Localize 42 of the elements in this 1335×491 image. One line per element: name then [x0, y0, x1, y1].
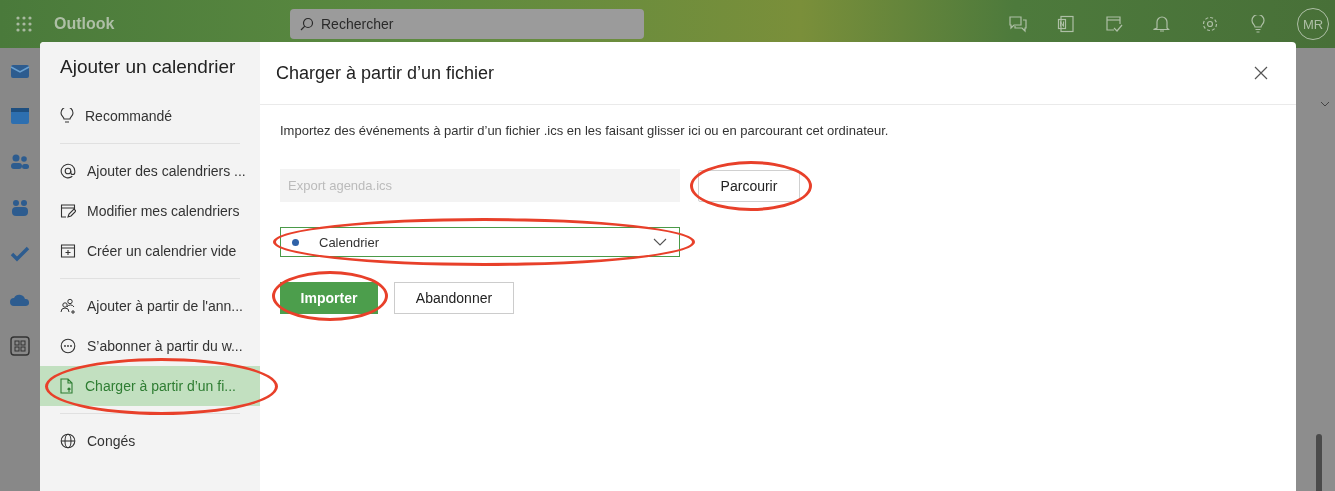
people-add-icon — [60, 298, 76, 314]
sidebar-item[interactable]: Modifier mes calendriers — [40, 191, 260, 231]
lightbulb-icon — [60, 108, 74, 124]
cancel-button[interactable]: Abandonner — [394, 282, 514, 314]
sidebar-item[interactable]: Recommandé — [40, 96, 260, 136]
add-calendar-icon — [60, 243, 76, 259]
people-icon[interactable] — [10, 152, 30, 172]
more-circle-icon — [60, 338, 76, 354]
at-sign-icon — [60, 163, 76, 179]
sidebar-item[interactable]: Congés — [40, 421, 260, 461]
file-name-field[interactable]: Export agenda.ics — [280, 169, 680, 202]
chevron-down-icon — [653, 238, 667, 246]
calendar-dropdown[interactable]: Calendrier — [280, 227, 680, 257]
settings-icon[interactable] — [1201, 15, 1219, 33]
sidebar-item[interactable]: Ajouter à partir de l'ann... — [40, 286, 260, 326]
panel-title: Charger à partir d’un fichier — [276, 62, 495, 84]
calendar-check-icon[interactable] — [1105, 15, 1123, 33]
search-icon — [300, 17, 314, 31]
search-field[interactable]: Rechercher — [290, 9, 644, 39]
chevron-down-icon — [1320, 101, 1330, 107]
close-icon[interactable] — [1254, 66, 1268, 80]
app-launcher-icon[interactable] — [15, 15, 33, 33]
file-upload-icon — [60, 378, 74, 394]
calendar-icon[interactable] — [10, 106, 30, 126]
notebook-icon[interactable] — [1057, 15, 1075, 33]
globe-icon — [60, 433, 76, 449]
description-text: Importez des événements à partir d’un fichier .ics en les faisant glisser ici ou en parcourant cet ordinateur. — [280, 123, 890, 138]
app-name: Outlook — [54, 15, 116, 33]
checkmark-icon[interactable] — [10, 244, 30, 264]
edit-calendar-icon — [60, 203, 76, 219]
bell-icon[interactable] — [1153, 15, 1171, 33]
sidebar-item[interactable]: Créer un calendrier vide — [40, 231, 260, 271]
sidebar-item[interactable]: Ajouter des calendriers ... — [40, 151, 260, 191]
dialog-title: Ajouter un calendrier — [59, 56, 237, 79]
sidebar-item[interactable]: Charger à partir d’un fi... — [40, 366, 260, 406]
lightbulb-icon[interactable] — [1249, 15, 1267, 33]
sidebar-item[interactable]: S’abonner à partir du w... — [40, 326, 260, 366]
scrollbar-thumb[interactable] — [1316, 434, 1322, 491]
group-icon[interactable] — [10, 198, 30, 218]
apps-icon[interactable] — [10, 336, 30, 356]
browse-button[interactable]: Parcourir — [698, 169, 800, 202]
chat-icon[interactable] — [1009, 15, 1027, 33]
